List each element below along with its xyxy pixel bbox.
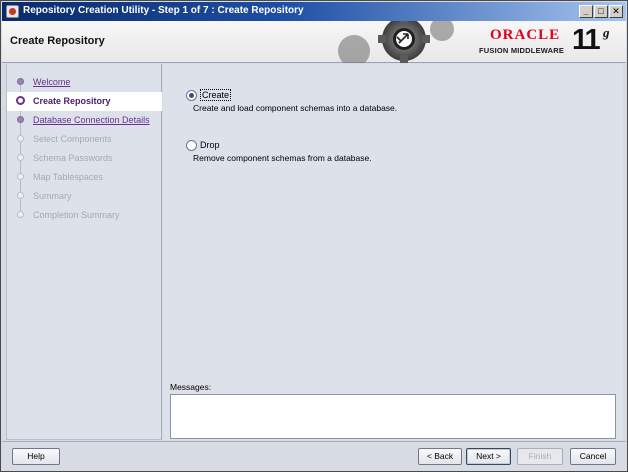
- nav-step-welcome[interactable]: Welcome: [7, 73, 162, 92]
- next-button[interactable]: Next >: [466, 448, 511, 465]
- content-panel: Create Create and load component schemas…: [163, 64, 623, 440]
- nav-step-schema-passwords: Schema Passwords: [7, 149, 162, 168]
- drop-radio-label[interactable]: Drop: [200, 140, 220, 150]
- button-bar: Help < Back Next > Finish Cancel: [2, 441, 626, 471]
- step-pending-icon: [17, 173, 24, 180]
- create-radio[interactable]: [186, 90, 197, 101]
- messages-textarea[interactable]: [170, 394, 616, 439]
- nav-step-label[interactable]: Welcome: [33, 77, 70, 87]
- close-button[interactable]: ✕: [609, 5, 623, 18]
- step-pending-icon: [17, 192, 24, 199]
- nav-step-label: Completion Summary: [33, 210, 120, 220]
- maximize-button[interactable]: □: [594, 5, 608, 18]
- oracle-wordmark: ORACLE: [490, 27, 561, 43]
- step-pending-icon: [17, 211, 24, 218]
- drop-description: Remove component schemas from a database…: [193, 153, 372, 163]
- messages-label: Messages:: [170, 382, 212, 392]
- step-done-icon: [17, 78, 24, 85]
- version-suffix: g: [603, 25, 610, 40]
- oracle-logo: ORACLE FUSION MIDDLEWARE 11 g: [476, 24, 624, 60]
- step-pending-icon: [17, 135, 24, 142]
- drop-radio[interactable]: [186, 140, 197, 151]
- nav-step-map-tablespaces: Map Tablespaces: [7, 168, 162, 187]
- cancel-button[interactable]: Cancel: [570, 448, 616, 465]
- nav-step-select-components: Select Components: [7, 130, 162, 149]
- step-navigation: Welcome Create Repository Database Conne…: [6, 64, 162, 440]
- finish-button: Finish: [517, 448, 563, 465]
- nav-step-database-connection[interactable]: Database Connection Details: [7, 111, 162, 130]
- title-bar[interactable]: Repository Creation Utility - Step 1 of …: [2, 2, 626, 21]
- create-radio-label[interactable]: Create: [200, 89, 232, 101]
- nav-step-label: Create Repository: [33, 96, 111, 106]
- create-description: Create and load component schemas into a…: [193, 103, 398, 113]
- page-title: Create Repository: [10, 35, 105, 47]
- fusion-middleware-label: FUSION MIDDLEWARE: [479, 46, 565, 55]
- gears-graphic-icon: [338, 21, 454, 63]
- nav-step-create-repository[interactable]: Create Repository: [7, 92, 162, 111]
- back-button[interactable]: < Back: [418, 448, 462, 465]
- header-banner: Create Repository ORACLE FUSION MIDDLEWA…: [2, 21, 626, 63]
- window-title: Repository Creation Utility - Step 1 of …: [23, 5, 304, 16]
- nav-step-label: Map Tablespaces: [33, 172, 103, 182]
- nav-step-summary: Summary: [7, 187, 162, 206]
- nav-step-label: Schema Passwords: [33, 153, 113, 163]
- help-button[interactable]: Help: [12, 448, 60, 465]
- nav-step-label: Select Components: [33, 134, 112, 144]
- version-number: 11: [572, 24, 601, 56]
- step-pending-icon: [17, 154, 24, 161]
- nav-step-completion-summary: Completion Summary: [7, 206, 162, 225]
- step-current-icon: [16, 96, 25, 105]
- nav-step-label: Summary: [33, 191, 72, 201]
- minimize-button[interactable]: _: [579, 5, 593, 18]
- step-done-icon: [17, 116, 24, 123]
- app-icon: [6, 5, 19, 18]
- nav-step-label[interactable]: Database Connection Details: [33, 115, 150, 125]
- rcu-window: Repository Creation Utility - Step 1 of …: [0, 0, 628, 472]
